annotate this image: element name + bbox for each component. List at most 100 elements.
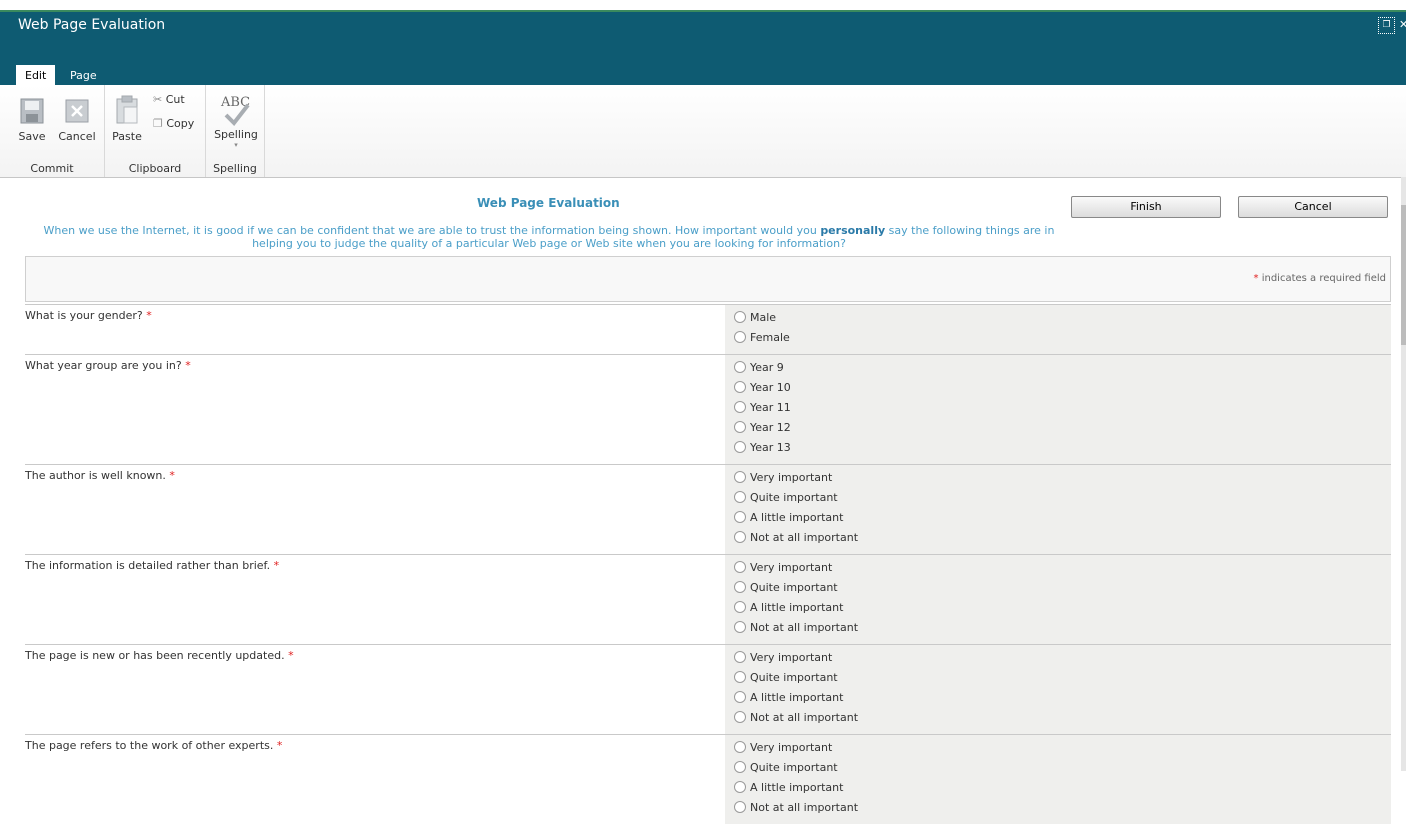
radio-option[interactable]: Quite important bbox=[725, 758, 1391, 778]
spellcheck-icon: ABC bbox=[212, 93, 260, 127]
spelling-label: Spelling bbox=[214, 128, 258, 141]
answer-options: Very important Quite important A little im… bbox=[725, 735, 1391, 824]
copy-label: Copy bbox=[166, 117, 195, 130]
scrollbar-thumb[interactable] bbox=[1401, 205, 1406, 345]
question-label: The page is new or has been recently upd… bbox=[25, 649, 294, 662]
cut-button[interactable]: ✂ Cut bbox=[153, 93, 197, 106]
radio-option[interactable]: Year 11 bbox=[725, 398, 1391, 418]
radio-button-icon[interactable] bbox=[734, 561, 746, 573]
radio-button-icon[interactable] bbox=[734, 491, 746, 503]
ribbon-group-spelling: ABC Spelling ▾ Spelling bbox=[206, 85, 265, 177]
copy-button[interactable]: ❐ Copy bbox=[153, 117, 201, 130]
spelling-group-label: Spelling bbox=[213, 162, 257, 175]
radio-button-icon[interactable] bbox=[734, 471, 746, 483]
radio-button-icon[interactable] bbox=[734, 761, 746, 773]
radio-button-icon[interactable] bbox=[734, 651, 746, 663]
close-icon[interactable]: ✕ bbox=[1399, 18, 1406, 31]
radio-button-icon[interactable] bbox=[734, 381, 746, 393]
radio-button-icon[interactable] bbox=[734, 741, 746, 753]
radio-option[interactable]: A little important bbox=[725, 508, 1391, 528]
radio-option[interactable]: Year 9 bbox=[725, 358, 1391, 378]
radio-option[interactable]: Not at all important bbox=[725, 528, 1391, 548]
radio-option[interactable]: A little important bbox=[725, 598, 1391, 618]
radio-button-icon[interactable] bbox=[734, 621, 746, 633]
radio-button-icon[interactable] bbox=[734, 531, 746, 543]
radio-option[interactable]: Year 12 bbox=[725, 418, 1391, 438]
radio-option[interactable]: Female bbox=[725, 328, 1391, 348]
paste-label: Paste bbox=[112, 130, 142, 143]
question-row: The author is well known. * Very importan… bbox=[25, 464, 1391, 554]
radio-option[interactable]: A little important bbox=[725, 778, 1391, 798]
copy-icon: ❐ bbox=[153, 117, 163, 130]
ribbon-group-commit: Save Cancel Commit bbox=[0, 85, 105, 177]
dropdown-arrow-icon: ▾ bbox=[234, 141, 238, 149]
question-label: What is your gender? * bbox=[25, 309, 152, 322]
radio-button-icon[interactable] bbox=[734, 781, 746, 793]
question-row: What is your gender? * Male Female bbox=[25, 304, 1391, 354]
radio-option[interactable]: Very important bbox=[725, 648, 1391, 668]
radio-button-icon[interactable] bbox=[734, 601, 746, 613]
question-row: The information is detailed rather than … bbox=[25, 554, 1391, 644]
save-button[interactable]: Save bbox=[14, 97, 50, 143]
radio-button-icon[interactable] bbox=[734, 311, 746, 323]
radio-option[interactable]: Not at all important bbox=[725, 708, 1391, 728]
radio-option[interactable]: Quite important bbox=[725, 668, 1391, 688]
question-label: What year group are you in? * bbox=[25, 359, 191, 372]
cut-label: Cut bbox=[165, 93, 185, 106]
radio-button-icon[interactable] bbox=[734, 581, 746, 593]
question-label: The page refers to the work of other exp… bbox=[25, 739, 283, 752]
radio-button-icon[interactable] bbox=[734, 511, 746, 523]
radio-button-icon[interactable] bbox=[734, 441, 746, 453]
answer-options: Year 9 Year 10 Year 11 Year 12 Year 13 bbox=[725, 355, 1391, 464]
radio-option[interactable]: Not at all important bbox=[725, 618, 1391, 638]
form-content: Web Page Evaluation Finish Cancel When w… bbox=[0, 177, 1406, 824]
paste-button[interactable]: Paste bbox=[111, 95, 143, 143]
radio-option[interactable]: Not at all important bbox=[725, 798, 1391, 818]
radio-option[interactable]: Very important bbox=[725, 558, 1391, 578]
radio-button-icon[interactable] bbox=[734, 711, 746, 723]
radio-button-icon[interactable] bbox=[734, 421, 746, 433]
cancel-ribbon-button[interactable]: Cancel bbox=[56, 97, 98, 143]
restore-icon[interactable]: ❐ bbox=[1378, 17, 1395, 34]
radio-option[interactable]: Very important bbox=[725, 468, 1391, 488]
intro-text: When we use the Internet, it is good if … bbox=[43, 224, 1055, 250]
radio-button-icon[interactable] bbox=[734, 801, 746, 813]
save-icon bbox=[20, 98, 44, 124]
radio-button-icon[interactable] bbox=[734, 331, 746, 343]
cancel-x-icon bbox=[65, 99, 89, 123]
question-row: What year group are you in? * Year 9 Year … bbox=[25, 354, 1391, 464]
required-star: * bbox=[185, 359, 191, 372]
tab-page[interactable]: Page bbox=[61, 65, 106, 87]
radio-option[interactable]: Very important bbox=[725, 738, 1391, 758]
required-star: * bbox=[169, 469, 175, 482]
required-star: * bbox=[276, 739, 283, 752]
answer-options: Very important Quite important A little im… bbox=[725, 465, 1391, 554]
radio-option[interactable]: Quite important bbox=[725, 488, 1391, 508]
ribbon-group-clipboard: Paste ✂ Cut ❐ Copy Clipboard bbox=[105, 85, 206, 177]
radio-button-icon[interactable] bbox=[734, 671, 746, 683]
cancel-label: Cancel bbox=[58, 130, 96, 143]
answer-options: Very important Quite important A little im… bbox=[725, 555, 1391, 644]
commit-group-label: Commit bbox=[30, 162, 74, 175]
radio-button-icon[interactable] bbox=[734, 401, 746, 413]
cancel-button[interactable]: Cancel bbox=[1238, 196, 1388, 218]
required-star: * bbox=[288, 649, 294, 662]
answer-options: Very important Quite important A little im… bbox=[725, 645, 1391, 734]
finish-button[interactable]: Finish bbox=[1071, 196, 1221, 218]
question-row: The page is new or has been recently upd… bbox=[25, 644, 1391, 734]
answer-options: Male Female bbox=[725, 305, 1391, 354]
radio-button-icon[interactable] bbox=[734, 691, 746, 703]
spelling-button[interactable]: ABC Spelling ▾ bbox=[212, 93, 260, 149]
radio-option[interactable]: Year 10 bbox=[725, 378, 1391, 398]
required-note: * indicates a required field bbox=[1253, 273, 1386, 284]
radio-button-icon[interactable] bbox=[734, 361, 746, 373]
question-label: The author is well known. * bbox=[25, 469, 175, 482]
scissors-icon: ✂ bbox=[153, 93, 163, 106]
radio-option[interactable]: Year 13 bbox=[725, 438, 1391, 458]
ribbon: Save Cancel Commit Paste ✂ Cut ❐ Copy Cl… bbox=[0, 85, 1406, 178]
radio-option[interactable]: Quite important bbox=[725, 578, 1391, 598]
radio-option[interactable]: A little important bbox=[725, 688, 1391, 708]
tab-edit[interactable]: Edit bbox=[16, 65, 56, 87]
required-note-box: * indicates a required field bbox=[25, 256, 1391, 302]
radio-option[interactable]: Male bbox=[725, 308, 1391, 328]
